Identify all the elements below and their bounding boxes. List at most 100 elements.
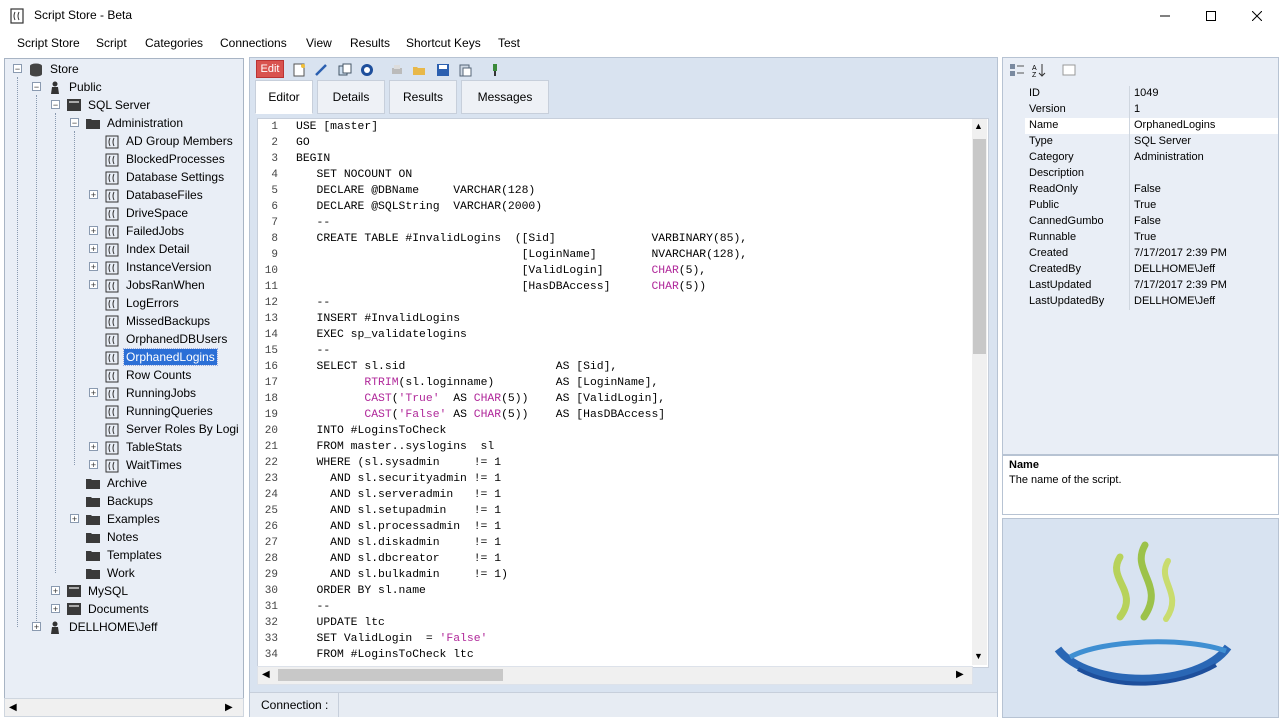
edit-mode-badge[interactable]: Edit [256, 60, 284, 78]
expand-toggle[interactable]: + [89, 442, 98, 452]
code-line[interactable]: EXEC sp_validatelogins [296, 329, 467, 341]
code-line[interactable]: CREATE TABLE #InvalidLogins ([Sid] VARBI… [296, 233, 748, 245]
tab-results[interactable]: Results [389, 80, 457, 114]
tree-script-item[interactable]: AD Group Members [89, 132, 235, 150]
code-line[interactable]: DECLARE @SQLString VARCHAR(2000) [296, 201, 543, 213]
expand-toggle[interactable]: + [89, 388, 98, 398]
property-row[interactable]: LastUpdatedBy DELLHOME\Jeff [1025, 294, 1278, 310]
tree-script-item[interactable]: + RunningJobs [89, 384, 198, 402]
property-value[interactable]: 1 [1134, 103, 1140, 115]
property-row[interactable]: Version 1 [1025, 102, 1278, 118]
property-value[interactable]: True [1134, 199, 1156, 211]
property-value[interactable]: 7/17/2017 2:39 PM [1134, 279, 1227, 291]
tab-messages[interactable]: Messages [461, 80, 549, 114]
code-line[interactable]: GO [296, 137, 310, 149]
code-line[interactable]: [LoginName] NVARCHAR(128), [296, 249, 748, 261]
save-button[interactable] [434, 61, 452, 79]
close-button[interactable] [1234, 0, 1280, 32]
code-line[interactable]: WHERE (sl.sysadmin != 1 [296, 457, 502, 469]
tab-details[interactable]: Details [317, 80, 385, 114]
property-value[interactable]: Administration [1134, 151, 1204, 163]
property-value[interactable]: False [1134, 183, 1161, 195]
property-row[interactable]: Created 7/17/2017 2:39 PM [1025, 246, 1278, 262]
tree-script-item[interactable]: Row Counts [89, 366, 193, 384]
property-row[interactable]: Name OrphanedLogins [1025, 118, 1278, 134]
menu-connections[interactable]: Connections [220, 36, 287, 50]
tree-script-item[interactable]: + JobsRanWhen [89, 276, 207, 294]
tree-script-item[interactable]: RunningQueries [89, 402, 215, 420]
editor-vertical-scrollbar[interactable]: ▲ ▼ [972, 119, 987, 665]
code-line[interactable]: INSERT #InvalidLogins [296, 313, 461, 325]
paste-button[interactable] [456, 61, 474, 79]
code-line[interactable]: RTRIM(sl.loginname) AS [LoginName], [296, 377, 658, 389]
code-line[interactable]: AND sl.processadmin != 1 [296, 521, 501, 533]
expand-toggle[interactable]: + [89, 262, 98, 272]
expand-toggle[interactable]: + [89, 280, 98, 290]
code-line[interactable]: AND sl.bulkadmin != 1) [296, 569, 508, 581]
property-value[interactable]: 1049 [1134, 87, 1158, 99]
tree-node-documents[interactable]: + Documents [51, 600, 151, 618]
property-value[interactable]: False [1134, 215, 1161, 227]
code-line[interactable]: BEGIN [296, 153, 330, 165]
tree-script-item[interactable]: BlockedProcesses [89, 150, 227, 168]
property-row[interactable]: ID 1049 [1025, 86, 1278, 102]
tree-node-sql-server[interactable]: − SQL Server [51, 96, 152, 114]
tree-node-archive[interactable]: Archive [70, 474, 149, 492]
code-line[interactable]: DECLARE @DBName VARCHAR(128) [296, 185, 536, 197]
tree-script-item[interactable]: + Index Detail [89, 240, 191, 258]
alphabetical-sort-button[interactable]: AZ [1031, 62, 1047, 81]
minimize-button[interactable] [1142, 0, 1188, 32]
code-line[interactable]: AND sl.securityadmin != 1 [296, 473, 501, 485]
expand-toggle[interactable]: + [89, 190, 98, 200]
property-row[interactable]: Type SQL Server [1025, 134, 1278, 150]
code-line[interactable]: ORDER BY sl.name [296, 585, 426, 597]
tree-node-public[interactable]: − Public [32, 78, 104, 96]
tree-node-store[interactable]: − Store [13, 60, 81, 78]
property-row[interactable]: LastUpdated 7/17/2017 2:39 PM [1025, 278, 1278, 294]
code-line[interactable]: AND sl.diskadmin != 1 [296, 537, 501, 549]
property-pages-button[interactable] [1061, 62, 1077, 81]
code-line[interactable]: FROM master..syslogins sl [296, 441, 495, 453]
code-line[interactable]: CAST('True' AS CHAR(5)) AS [ValidLogin], [296, 393, 665, 405]
expand-toggle[interactable]: + [89, 226, 98, 236]
tree-node-templates[interactable]: Templates [70, 546, 164, 564]
connect-button[interactable] [486, 61, 504, 79]
property-row[interactable]: Description [1025, 166, 1278, 182]
expand-toggle[interactable]: + [89, 244, 98, 254]
property-value[interactable]: OrphanedLogins [1134, 119, 1215, 131]
menu-script-store[interactable]: Script Store [17, 36, 80, 50]
menu-test[interactable]: Test [498, 36, 520, 50]
editor-horizontal-scrollbar[interactable]: ◀ ▶ [257, 666, 973, 685]
code-line[interactable]: -- [296, 217, 331, 229]
copy-script-button[interactable] [336, 61, 354, 79]
tree-script-item[interactable]: + TableStats [89, 438, 184, 456]
code-line[interactable]: AND sl.serveradmin != 1 [296, 489, 501, 501]
expand-toggle[interactable]: + [89, 460, 98, 470]
property-row[interactable]: Public True [1025, 198, 1278, 214]
code-line[interactable]: AND sl.dbcreator != 1 [296, 553, 501, 565]
tree-script-item[interactable]: OrphanedLogins [89, 348, 218, 366]
print-button[interactable] [388, 61, 406, 79]
property-row[interactable]: Runnable True [1025, 230, 1278, 246]
menu-view[interactable]: View [306, 36, 332, 50]
tab-editor[interactable]: Editor [255, 80, 313, 114]
code-line[interactable]: UPDATE ltc [296, 617, 385, 629]
tree-script-item[interactable]: + InstanceVersion [89, 258, 213, 276]
tree-horizontal-scrollbar[interactable]: ◀ ▶ [4, 698, 244, 717]
tree-node-user[interactable]: + DELLHOME\Jeff [32, 618, 159, 636]
property-value[interactable]: SQL Server [1134, 135, 1191, 147]
property-value[interactable]: DELLHOME\Jeff [1134, 263, 1215, 275]
scrollbar-thumb[interactable] [973, 139, 986, 354]
code-line[interactable]: -- [296, 601, 331, 613]
open-button[interactable] [410, 61, 428, 79]
tree-node-notes[interactable]: Notes [70, 528, 140, 546]
script-tree[interactable]: − Store − Public − SQL Server − Administ… [4, 58, 244, 700]
tree-script-item[interactable]: LogErrors [89, 294, 181, 312]
property-row[interactable]: Category Administration [1025, 150, 1278, 166]
code-line[interactable]: SET ValidLogin = 'False' [296, 633, 488, 645]
hscrollbar-thumb[interactable] [278, 669, 503, 681]
code-line[interactable]: AND sl.setupadmin != 1 [296, 505, 501, 517]
code-line[interactable]: CAST('False' AS CHAR(5)) AS [HasDBAccess… [296, 409, 665, 421]
property-row[interactable]: CreatedBy DELLHOME\Jeff [1025, 262, 1278, 278]
property-value[interactable]: 7/17/2017 2:39 PM [1134, 247, 1227, 259]
